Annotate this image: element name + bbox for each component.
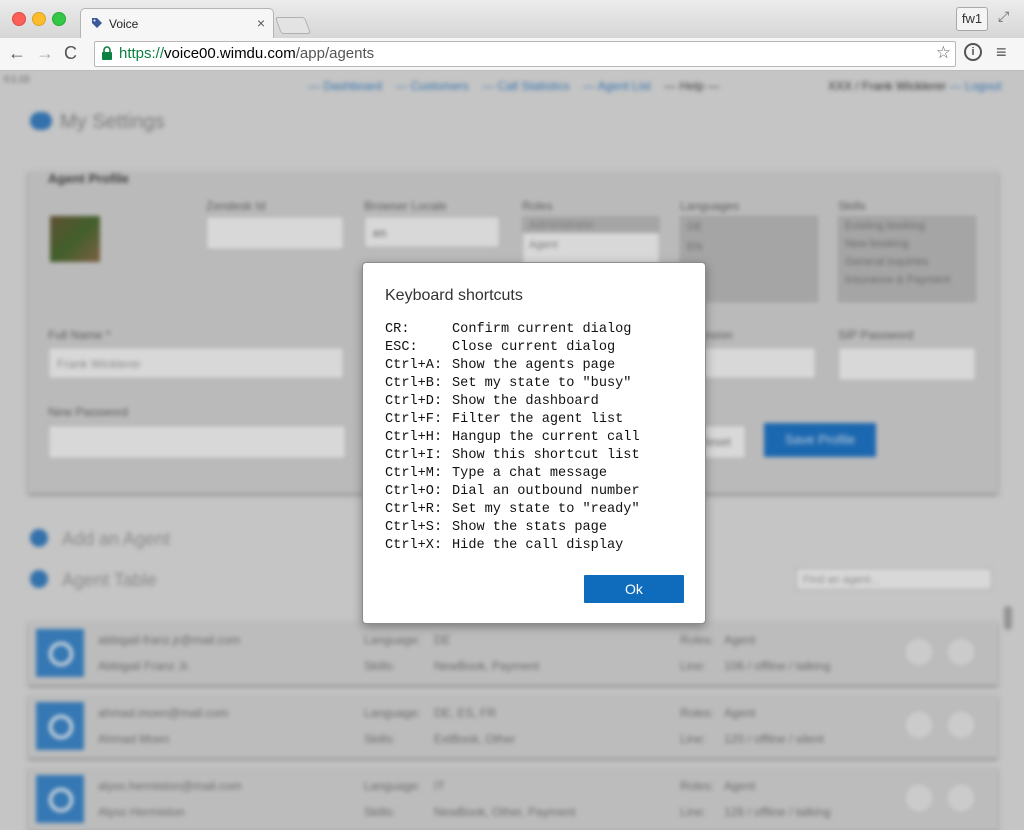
shortcut-key: Ctrl+B:: [385, 376, 443, 391]
tag-icon: [92, 18, 102, 28]
reload-button[interactable]: C: [64, 43, 77, 64]
fullscreen-icon[interactable]: ⤢: [998, 8, 1009, 25]
shortcut-key: Ctrl+D:: [385, 394, 443, 409]
shortcut-key: Ctrl+R:: [385, 502, 443, 517]
url-host: voice00.wimdu.com: [164, 45, 296, 62]
browser-tab-voice[interactable]: Voice ×: [80, 8, 274, 39]
url-text: https://voice00.wimdu.com/app/agents: [119, 45, 374, 62]
shortcut-key: Ctrl+M:: [385, 466, 443, 481]
info-icon[interactable]: i: [964, 43, 982, 61]
shortcut-item: Ctrl+A: Show the agents page: [385, 357, 640, 375]
url-path: /app/agents: [295, 45, 375, 62]
shortcut-item: Ctrl+O: Dial an outbound number: [385, 483, 640, 501]
tab-title: Voice: [109, 17, 139, 31]
back-button[interactable]: ←: [8, 43, 26, 64]
browser-titlebar: Voice × fw1 ⤢: [0, 0, 1024, 39]
shortcut-item: Ctrl+D: Show the dashboard: [385, 393, 640, 411]
dialog-title: Keyboard shortcuts: [385, 287, 523, 304]
bookmark-star-icon[interactable]: ☆: [936, 43, 951, 63]
shortcut-key: Ctrl+H:: [385, 430, 443, 445]
shortcut-action: Set my state to "busy": [452, 376, 632, 391]
shortcut-item: Ctrl+H: Hangup the current call: [385, 429, 640, 447]
shortcut-action: Close current dialog: [452, 340, 616, 355]
address-bar[interactable]: https://voice00.wimdu.com/app/agents ☆: [94, 41, 956, 67]
shortcut-key: CR:: [385, 322, 410, 337]
forward-button[interactable]: →: [36, 43, 54, 64]
shortcut-item: Ctrl+X: Hide the call display: [385, 537, 640, 555]
window-close-button[interactable]: [12, 12, 26, 26]
shortcut-item: Ctrl+F: Filter the agent list: [385, 411, 640, 429]
shortcut-action: Filter the agent list: [452, 412, 624, 427]
shortcut-item: Ctrl+R: Set my state to "ready": [385, 501, 640, 519]
shortcut-item: Ctrl+B: Set my state to "busy": [385, 375, 640, 393]
profile-button[interactable]: fw1: [956, 7, 988, 31]
shortcut-item: Ctrl+M: Type a chat message: [385, 465, 640, 483]
shortcut-action: Hangup the current call: [452, 430, 640, 445]
shortcut-item: ESC: Close current dialog: [385, 339, 640, 357]
shortcut-item: Ctrl+S: Show the stats page: [385, 519, 640, 537]
url-scheme: https://: [119, 45, 165, 62]
lock-icon: [102, 46, 112, 60]
shortcut-action: Show the stats page: [452, 520, 607, 535]
shortcut-key: Ctrl+I:: [385, 448, 443, 463]
shortcut-list: CR: Confirm current dialog ESC: Close curr…: [385, 321, 640, 555]
shortcut-item: Ctrl+I: Show this shortcut list: [385, 447, 640, 465]
shortcut-action: Type a chat message: [452, 466, 607, 481]
shortcut-action: Confirm current dialog: [452, 322, 632, 337]
keyboard-shortcuts-dialog: Keyboard shortcuts CR: Confirm current di…: [362, 262, 706, 624]
menu-icon[interactable]: ≡: [996, 42, 1007, 63]
shortcut-key: ESC:: [385, 340, 418, 355]
shortcut-key: Ctrl+S:: [385, 520, 443, 535]
shortcut-action: Show the agents page: [452, 358, 616, 373]
shortcut-action: Show the dashboard: [452, 394, 599, 409]
tab-close-icon[interactable]: ×: [257, 15, 265, 31]
new-tab-button[interactable]: [274, 17, 312, 34]
window-minimize-button[interactable]: [32, 12, 46, 26]
browser-toolbar: ← → C https://voice00.wimdu.com/app/agen…: [0, 38, 1024, 71]
window-maximize-button[interactable]: [52, 12, 66, 26]
shortcut-key: Ctrl+F:: [385, 412, 443, 427]
shortcut-action: Set my state to "ready": [452, 502, 640, 517]
ok-button[interactable]: Ok: [584, 575, 684, 603]
shortcut-action: Show this shortcut list: [452, 448, 640, 463]
shortcut-key: Ctrl+X:: [385, 538, 443, 553]
shortcut-key: Ctrl+A:: [385, 358, 443, 373]
shortcut-item: CR: Confirm current dialog: [385, 321, 640, 339]
shortcut-key: Ctrl+O:: [385, 484, 443, 499]
shortcut-action: Hide the call display: [452, 538, 624, 553]
shortcut-action: Dial an outbound number: [452, 484, 640, 499]
